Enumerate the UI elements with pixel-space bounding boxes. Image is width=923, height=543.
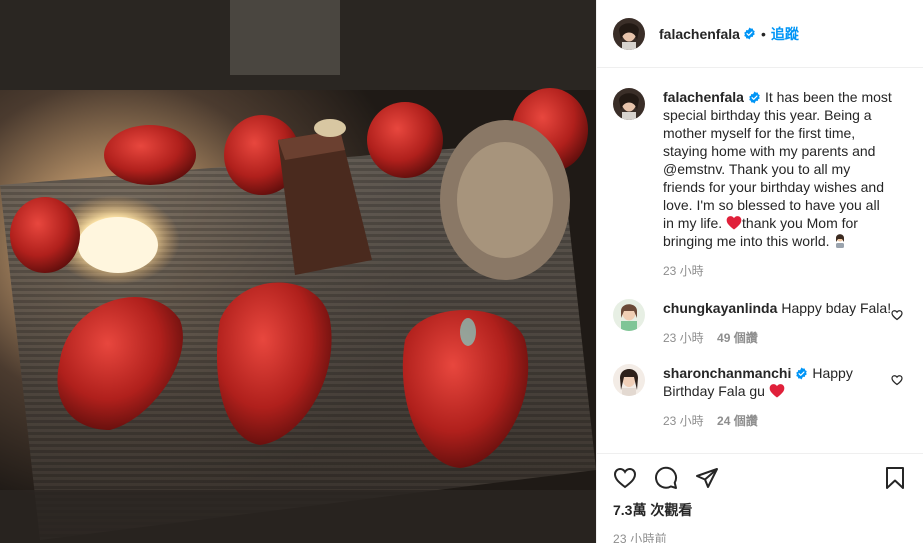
caption-text: falachenfala It has been the most special… (663, 88, 907, 280)
comment-like-heart-icon[interactable] (891, 374, 903, 386)
post-timestamp[interactable]: 23 小時前 (613, 530, 907, 543)
comment-likes[interactable]: 24 個讚 (717, 414, 758, 428)
comment-time[interactable]: 23 小時 (663, 331, 704, 345)
caption-meta: 23 小時 (663, 262, 893, 280)
comment-username[interactable]: chungkayanlinda (663, 300, 777, 316)
birthday-strawberries-image (0, 0, 596, 543)
verified-badge-icon (743, 27, 756, 40)
comment-meta: 23 小時 24 個讚 (663, 412, 893, 430)
comment-body: Happy bday Fala! (781, 300, 892, 316)
caption-body: It has been the most special birthday th… (663, 89, 892, 231)
post-video[interactable] (0, 0, 596, 543)
view-count[interactable]: 7.3萬 次觀看 (613, 500, 907, 520)
comment-likes[interactable]: 49 個讚 (717, 331, 758, 345)
profile-photo (613, 17, 645, 50)
avatar[interactable] (613, 299, 645, 331)
post-footer: 7.3萬 次觀看 23 小時前 (597, 453, 923, 543)
verified-badge-icon (795, 367, 808, 380)
comment-username[interactable]: sharonchanmanchi (663, 365, 791, 381)
avatar[interactable] (613, 17, 645, 50)
woman-emoji-icon (833, 233, 847, 248)
comment-item: sharonchanmanchi Happy Birthday Fala gu 2… (613, 364, 907, 430)
caption-username[interactable]: falachenfala (663, 89, 744, 105)
profile-photo (613, 88, 645, 120)
post-panel: falachenfala • 追蹤 falachenfala It has bee… (596, 0, 923, 543)
separator-dot: • (760, 25, 766, 42)
comment-text: sharonchanmanchi Happy Birthday Fala gu 2… (663, 364, 907, 430)
comment-text: chungkayanlinda Happy bday Fala! 23 小時 49… (663, 299, 907, 347)
action-bar (613, 454, 907, 502)
profile-photo (613, 364, 645, 396)
comment-item: chungkayanlinda Happy bday Fala! 23 小時 49… (613, 299, 907, 347)
paper-plane-icon[interactable] (695, 466, 719, 490)
red-heart-emoji-icon (769, 383, 785, 398)
comment-time[interactable]: 23 小時 (663, 414, 704, 428)
caption-block: falachenfala It has been the most special… (613, 88, 907, 280)
comment-meta: 23 小時 49 個讚 (663, 329, 893, 347)
avatar[interactable] (613, 364, 645, 396)
verified-badge-icon (748, 91, 761, 104)
comment-like-heart-icon[interactable] (891, 309, 903, 321)
comments-list[interactable]: falachenfala It has been the most special… (597, 69, 923, 453)
post-username[interactable]: falachenfala (659, 26, 740, 42)
bookmark-icon[interactable] (883, 466, 907, 490)
heart-outline-icon[interactable] (613, 466, 637, 490)
follow-button[interactable]: 追蹤 (771, 24, 799, 44)
post-header: falachenfala • 追蹤 (597, 0, 923, 68)
caption-time[interactable]: 23 小時 (663, 264, 704, 278)
profile-photo (613, 299, 645, 331)
comment-bubble-icon[interactable] (654, 466, 678, 490)
red-heart-emoji-icon (726, 215, 742, 230)
avatar[interactable] (613, 88, 645, 120)
